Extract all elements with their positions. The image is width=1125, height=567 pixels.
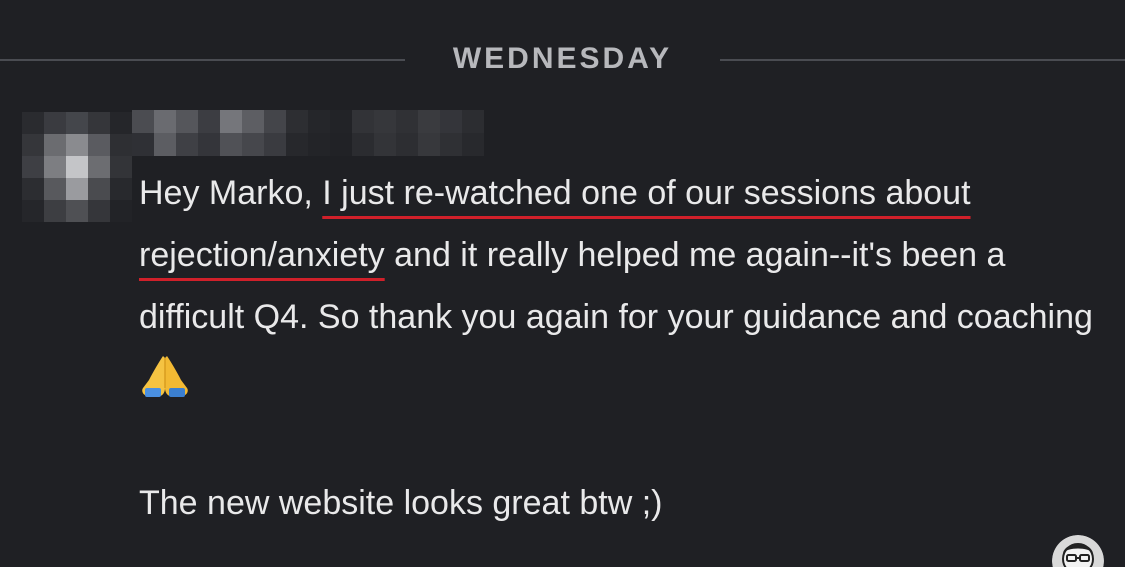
message-text-start: Hey Marko, [139, 174, 323, 212]
message-paragraph-2: The new website looks great btw ;) [139, 484, 663, 522]
user-avatar[interactable] [1052, 535, 1104, 567]
sender-name-redacted[interactable] [132, 110, 492, 156]
day-divider-line-left [0, 59, 405, 61]
day-divider-label: WEDNESDAY [452, 42, 673, 75]
day-divider-line-right [720, 59, 1125, 61]
sender-avatar[interactable] [22, 112, 132, 222]
message-body: Hey Marko, I just re-watched one of our … [139, 162, 1099, 534]
message-paragraph-1: Hey Marko, I just re-watched one of our … [139, 162, 1099, 410]
folded-hands-icon [139, 354, 191, 398]
chat-view: WEDNESDAY Hey Marko, I just re-watched o… [0, 0, 1125, 567]
